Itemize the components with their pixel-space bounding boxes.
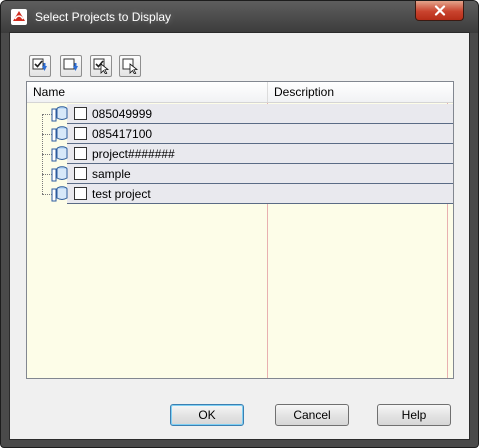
dialog-window: Select Projects to Display Name Descript…: [0, 0, 479, 448]
project-database-icon: [51, 186, 68, 202]
uncheck-all-icon: [63, 58, 78, 71]
ok-button[interactable]: OK: [170, 404, 244, 426]
row-name: 085049999: [92, 107, 153, 121]
uncheck-selected-icon: [122, 58, 138, 74]
close-button[interactable]: [415, 1, 464, 21]
column-header-description[interactable]: Description: [268, 82, 453, 102]
column-header-name[interactable]: Name: [27, 82, 268, 102]
title-bar[interactable]: Select Projects to Display: [1, 1, 478, 33]
project-database-icon: [51, 126, 68, 142]
project-tree-list[interactable]: Name Description 085049999 085417100 pro…: [26, 81, 454, 379]
row-name: sample: [92, 167, 131, 181]
row-name: test project: [92, 187, 151, 201]
uncheck-selected-button[interactable]: [119, 55, 141, 77]
uncheck-all-button[interactable]: [60, 55, 82, 77]
check-selected-icon: [93, 58, 109, 74]
tree-row[interactable]: project#######: [27, 144, 453, 164]
row-checkbox[interactable]: [74, 147, 87, 160]
row-name: project#######: [92, 147, 175, 161]
project-database-icon: [51, 146, 68, 162]
project-database-icon: [51, 106, 68, 122]
row-name: 085417100: [92, 127, 153, 141]
tree-row[interactable]: 085049999: [27, 104, 453, 124]
row-checkbox[interactable]: [74, 167, 87, 180]
app-logo-icon: [11, 9, 27, 25]
help-button[interactable]: Help: [377, 404, 451, 426]
row-checkbox[interactable]: [74, 187, 87, 200]
column-header: Name Description: [27, 82, 453, 103]
project-database-icon: [51, 166, 68, 182]
tree-row[interactable]: 085417100: [27, 124, 453, 144]
check-all-icon: [32, 58, 47, 71]
window-title: Select Projects to Display: [35, 10, 172, 24]
close-icon: [434, 5, 445, 16]
tree-row[interactable]: test project: [27, 184, 453, 204]
cancel-button[interactable]: Cancel: [275, 404, 349, 426]
row-checkbox[interactable]: [74, 127, 87, 140]
check-all-button[interactable]: [29, 55, 51, 77]
check-selected-button[interactable]: [90, 55, 112, 77]
dialog-body: Name Description 085049999 085417100 pro…: [9, 32, 470, 440]
tree-row[interactable]: sample: [27, 164, 453, 184]
row-checkbox[interactable]: [74, 107, 87, 120]
